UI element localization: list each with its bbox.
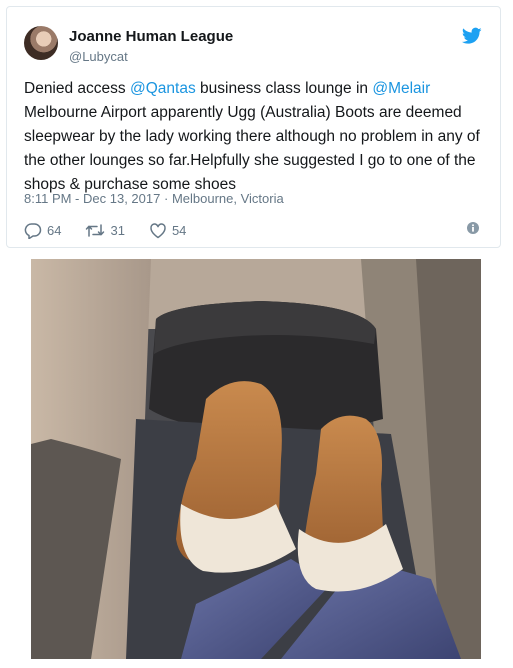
tweet-photo[interactable] [31,259,481,659]
tweet-text-segment: business class lounge in [195,80,373,97]
retweet-count: 31 [110,222,125,238]
mention-qantas-link[interactable]: @Qantas [130,80,196,97]
avatar[interactable] [24,26,58,60]
tweet-meta: 8:11 PM - Dec 13, 2017 · Melbourne, Vict… [24,191,284,206]
tweet-text-segment: Denied access [24,80,130,97]
heart-icon [150,222,166,238]
mention-melair-link[interactable]: @Melair [372,80,430,97]
tweet-text: Denied access @Qantas business class lou… [24,77,486,197]
meta-separator: · [163,191,169,206]
ugg-boots-photo [31,259,481,659]
tweet-text-segment: Melbourne Airport apparently Ugg (Austra… [24,104,480,193]
info-icon[interactable] [466,221,480,235]
author-name[interactable]: Joanne Human League [69,28,233,45]
timestamp-link[interactable]: 8:11 PM - Dec 13, 2017 [24,191,160,206]
reply-icon [24,222,42,239]
retweet-button[interactable]: 31 [85,222,125,239]
like-count: 54 [171,222,187,238]
like-button[interactable]: 54 [149,222,186,239]
location-link[interactable]: Melbourne, Victoria [172,191,284,206]
author-handle[interactable]: @Lubycat [69,49,128,64]
tweet-actions: 64 31 54 [24,220,210,240]
tweet-card: Joanne Human League @Lubycat Denied acce… [6,6,501,248]
twitter-bird-icon[interactable] [462,27,482,45]
reply-button[interactable]: 64 [24,222,61,239]
reply-count: 64 [47,222,62,238]
retweet-icon [86,223,105,237]
